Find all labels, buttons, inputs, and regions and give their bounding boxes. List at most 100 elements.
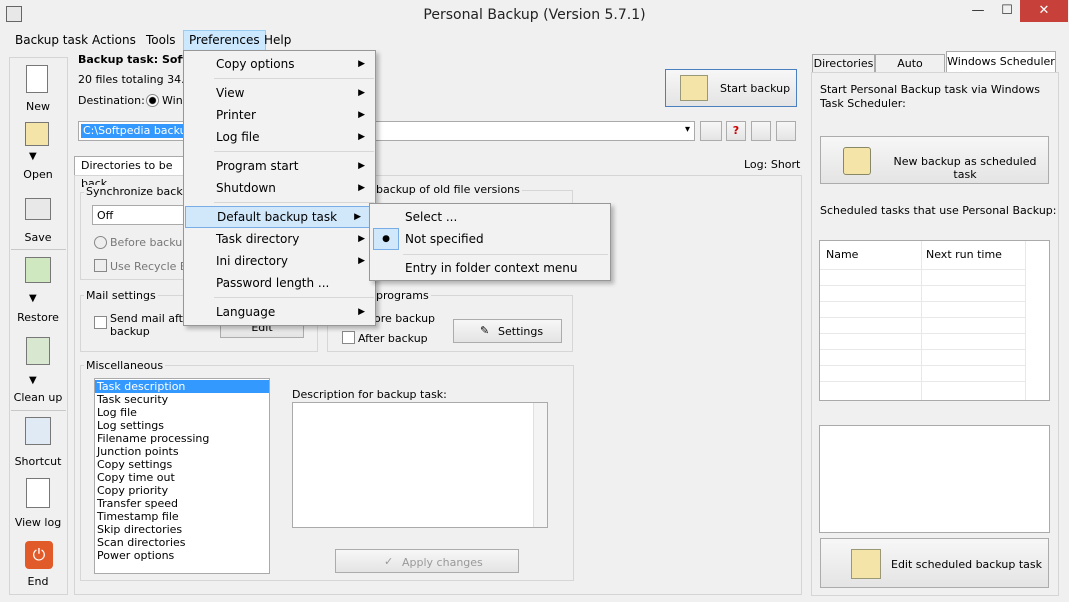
column-divider [921, 241, 922, 400]
open-button[interactable]: ▼ Open [12, 120, 64, 181]
menu-preferences[interactable]: Preferences [183, 30, 266, 51]
end-button[interactable]: ⏻ End [12, 539, 64, 593]
help-button[interactable]: ? [726, 121, 746, 141]
start-backup-button[interactable]: Start backup [665, 69, 797, 107]
new-button[interactable]: New [12, 63, 64, 113]
chevron-right-icon: ▶ [358, 59, 365, 69]
task-details-box [819, 425, 1050, 533]
destination-radio[interactable] [146, 94, 159, 107]
chevron-right-icon: ▶ [358, 161, 365, 171]
menu-log-file-label: Log file [216, 130, 260, 144]
list-item[interactable]: Filename processing [95, 432, 269, 445]
clean-up-button[interactable]: ▼ Clean up [12, 335, 64, 405]
edit-scheduled-task-button[interactable]: Edit scheduled backup task [820, 538, 1049, 588]
submenu-select[interactable]: Select ... [370, 206, 610, 228]
tab-auto-backup[interactable]: Auto Backup [875, 54, 945, 88]
list-item[interactable]: Log file [95, 406, 269, 419]
new-file-icon [26, 65, 48, 93]
after-backup-checkbox[interactable] [342, 331, 355, 344]
restore-button[interactable]: ▼ Restore [12, 255, 64, 325]
minimize-button[interactable]: — [964, 0, 992, 22]
destination-path-combo[interactable]: C:\Softpedia backup\ ▾ [78, 121, 695, 141]
menu-printer[interactable]: Printer ▶ [184, 104, 375, 126]
send-mail-checkbox[interactable] [94, 316, 107, 329]
clean-up-label: Clean up [13, 391, 63, 404]
tab-directories-right[interactable]: Directories [812, 54, 875, 73]
menu-ini-directory-label: Ini directory [216, 254, 288, 268]
menu-help[interactable]: Help [259, 30, 296, 51]
submenu-select-label: Select ... [405, 210, 458, 224]
send-mail-label-2: backup [110, 325, 150, 338]
menu-default-backup-task-label: Default backup task [217, 210, 338, 224]
before-backup-radio[interactable] [94, 236, 107, 249]
menu-actions[interactable]: Actions [87, 30, 141, 51]
list-item[interactable]: Power options [95, 549, 269, 562]
menu-copy-options[interactable]: Copy options ▶ [184, 53, 375, 75]
misc-group-title: Miscellaneous [84, 359, 166, 372]
menu-view[interactable]: View ▶ [184, 82, 375, 104]
new-scheduled-task-label: New backup as scheduled task [893, 155, 1037, 181]
save-button[interactable]: Save [12, 196, 64, 244]
shortcut-icon [25, 417, 51, 445]
menu-ini-directory[interactable]: Ini directory ▶ [184, 250, 375, 272]
column-header-name[interactable]: Name [826, 248, 858, 261]
close-button[interactable]: ✕ [1020, 0, 1068, 22]
after-backup-label: After backup [358, 332, 428, 345]
shortcut-button[interactable]: Shortcut [12, 415, 64, 470]
menu-default-backup-task[interactable]: Default backup task ▶ [185, 206, 372, 228]
sync-select[interactable]: Off [92, 205, 184, 225]
view-log-button[interactable]: View log [12, 476, 64, 531]
list-item[interactable]: Task description [95, 380, 269, 393]
misc-list[interactable]: Task description Task security Log file … [94, 378, 270, 574]
table-row [820, 333, 1025, 334]
description-textarea[interactable] [292, 402, 548, 528]
menu-password-length[interactable]: Password length ... [184, 272, 375, 294]
list-item[interactable]: Copy time out [95, 471, 269, 484]
menu-task-directory[interactable]: Task directory ▶ [184, 228, 375, 250]
scheduled-tasks-table[interactable]: Name Next run time [819, 240, 1050, 401]
list-item[interactable]: Copy priority [95, 484, 269, 497]
list-item[interactable]: Transfer speed [95, 497, 269, 510]
list-item[interactable]: Copy settings [95, 458, 269, 471]
submenu-context-menu[interactable]: Entry in folder context menu [370, 257, 610, 279]
programs-settings-button[interactable]: ✎ Settings [453, 319, 562, 343]
menu-separator [214, 151, 374, 152]
chevron-down-icon[interactable]: ▾ [685, 124, 690, 135]
apply-changes-label: Apply changes [402, 556, 483, 569]
menu-shutdown[interactable]: Shutdown ▶ [184, 177, 375, 199]
old-versions-title: backup of old file versions [374, 183, 522, 196]
chevron-right-icon: ▶ [358, 88, 365, 98]
menu-backup-task[interactable]: Backup task [10, 30, 93, 51]
power-icon: ⏻ [25, 541, 53, 569]
table-row [820, 381, 1025, 382]
list-item[interactable]: Task security [95, 393, 269, 406]
recycle-checkbox[interactable] [94, 259, 107, 272]
trash-icon [26, 337, 50, 365]
menu-log-file[interactable]: Log file ▶ [184, 126, 375, 148]
menu-language[interactable]: Language ▶ [184, 301, 375, 323]
restore-arrow-icon: ▼ [29, 293, 37, 304]
list-item[interactable]: Log settings [95, 419, 269, 432]
column-header-next-run[interactable]: Next run time [926, 248, 1002, 261]
table-row [820, 301, 1025, 302]
maximize-button[interactable]: ☐ [994, 0, 1020, 22]
hdd-button[interactable] [700, 121, 722, 141]
tab-directories[interactable]: Directories to be back [74, 156, 186, 190]
table-row [820, 269, 1025, 270]
apply-changes-button[interactable]: ✓ Apply changes [335, 549, 519, 573]
open-arrow-icon: ▼ [29, 151, 37, 162]
submenu-not-specified[interactable]: ● Not specified [370, 228, 610, 250]
tab-windows-scheduler[interactable]: Windows Scheduler [946, 51, 1056, 73]
textarea-scrollbar[interactable] [533, 403, 547, 527]
list-item[interactable]: Timestamp file [95, 510, 269, 523]
destination-label: Destination: [78, 94, 145, 107]
menu-program-start[interactable]: Program start ▶ [184, 155, 375, 177]
list-item[interactable]: Skip directories [95, 523, 269, 536]
menu-tools[interactable]: Tools [141, 30, 181, 51]
list-item[interactable]: Junction points [95, 445, 269, 458]
tree-button[interactable] [776, 121, 796, 141]
list-item[interactable]: Scan directories [95, 536, 269, 549]
toolbar-divider-2 [11, 410, 66, 411]
user-button[interactable] [751, 121, 771, 141]
new-scheduled-task-button[interactable]: New backup as scheduled task [820, 136, 1049, 184]
